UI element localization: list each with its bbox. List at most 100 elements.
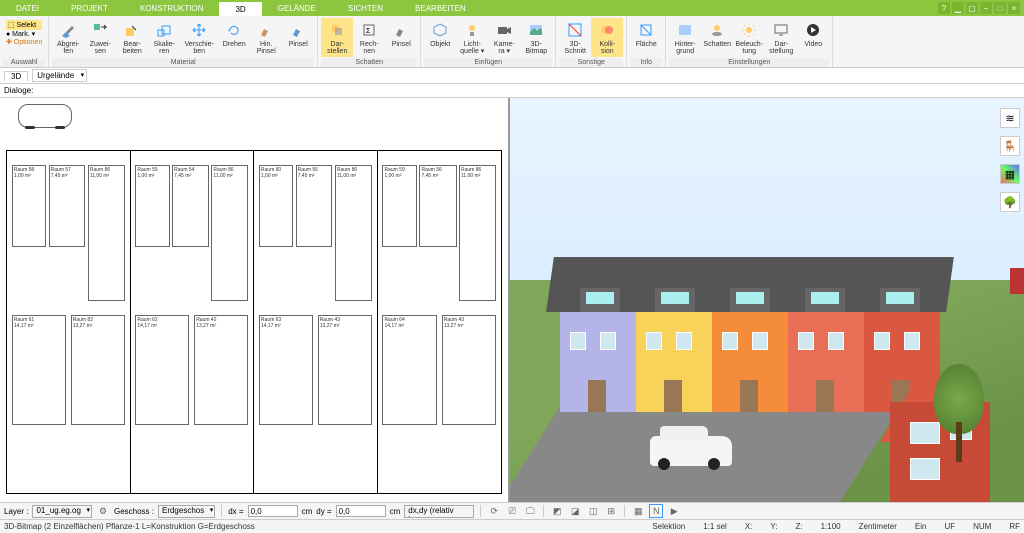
- dx-input[interactable]: [248, 505, 298, 517]
- minimize-button[interactable]: −: [980, 2, 992, 14]
- dialoge-bar: Dialoge:: [0, 84, 1024, 98]
- grid-icon[interactable]: ▦: [631, 504, 645, 518]
- schatten-rechnen-button[interactable]: ΣRech- nen: [353, 18, 385, 57]
- status-info: 3D-Bitmap (2 Einzelflächen) Pflanze-1 L=…: [4, 522, 255, 531]
- hintergrund-button[interactable]: Hinter- grund: [669, 18, 701, 57]
- background-icon: [675, 20, 695, 40]
- snap2-icon[interactable]: ◪: [568, 504, 582, 518]
- status-scale: 1:100: [821, 522, 841, 531]
- video-button[interactable]: Video: [797, 18, 829, 57]
- tab-datei[interactable]: DATEI: [0, 0, 55, 16]
- coord-mode-dropdown[interactable]: dx,dy (relativ ka: [404, 505, 474, 518]
- 3d-schnitt-button[interactable]: 3D- Schnitt: [559, 18, 591, 57]
- status-ein: Ein: [915, 522, 927, 531]
- objekt-button[interactable]: Objekt: [424, 18, 456, 57]
- collision-icon: [597, 20, 617, 40]
- materials-tool[interactable]: ▦: [1000, 164, 1020, 184]
- flaeche-button[interactable]: Fläche: [630, 18, 662, 50]
- window-min-icon[interactable]: ▁: [952, 2, 964, 14]
- shadow-settings-icon: [707, 20, 727, 40]
- floor-label: Geschoss :: [114, 507, 154, 516]
- schatten-darstellen-button[interactable]: Dar- stellen: [321, 18, 353, 57]
- lichtquelle-button[interactable]: Licht- quelle ▾: [456, 18, 488, 57]
- skalieren-button[interactable]: Skalie- ren: [148, 18, 180, 57]
- brush-icon: [288, 20, 308, 40]
- status-bar: 3D-Bitmap (2 Einzelflächen) Pflanze-1 L=…: [0, 519, 1024, 533]
- tab-gelaende[interactable]: GELÄNDE: [262, 0, 332, 16]
- snap4-icon[interactable]: ⊞: [604, 504, 618, 518]
- kamera-button[interactable]: Kame- ra ▾: [488, 18, 520, 57]
- car-plan-icon: [18, 104, 72, 128]
- workspace: Raum 581,00 m² Raum 577,45 m² Raum 8611,…: [0, 98, 1024, 502]
- abgreifen-button[interactable]: Abgrei- fen: [52, 18, 84, 57]
- tab-3d[interactable]: 3D: [219, 0, 261, 16]
- pinsel-button[interactable]: Pinsel: [282, 18, 314, 57]
- 3d-view[interactable]: ≋ 🪑 ▦ 🌳: [510, 98, 1024, 502]
- schatten-settings-button[interactable]: Schatten: [701, 18, 733, 57]
- group-label-auswahl: Auswahl: [3, 58, 45, 67]
- shadow-show-icon: [327, 20, 347, 40]
- hintergrund-pinsel-button[interactable]: Hin. Pinsel: [250, 18, 282, 57]
- status-x: X:: [745, 522, 753, 531]
- plants-tool[interactable]: 🌳: [1000, 192, 1020, 212]
- display-icon: [771, 20, 791, 40]
- window-max-icon[interactable]: ▢: [966, 2, 978, 14]
- group-label-material: Material: [52, 58, 314, 67]
- ribbon: ⬚ Selekt ● Mark. ▾ ✚ Optionen Auswahl Ab…: [0, 16, 1024, 68]
- optionen-button[interactable]: ✚ Optionen: [6, 38, 42, 46]
- schatten-pinsel-button[interactable]: Pinsel: [385, 18, 417, 57]
- group-label-schatten: Schatten: [321, 58, 417, 67]
- close-button[interactable]: ×: [1008, 2, 1020, 14]
- tab-konstruktion[interactable]: KONSTRUKTION: [124, 0, 220, 16]
- bitmap-icon: [526, 20, 546, 40]
- bottom-toolbar: Layer : 01_ug.eg.og ⚙ Geschoss : Erdgesc…: [0, 502, 1024, 519]
- tab-sichten[interactable]: SICHTEN: [332, 0, 399, 16]
- darstellung-button[interactable]: Dar- stellung: [765, 18, 797, 57]
- refresh-icon[interactable]: ⟳: [487, 504, 501, 518]
- status-selektion: Selektion: [652, 522, 685, 531]
- bg-brush-icon: [256, 20, 276, 40]
- layer-settings-icon[interactable]: ⚙: [96, 504, 110, 518]
- 3d-bitmap-button[interactable]: 3D- Bitmap: [520, 18, 552, 57]
- beleuchtung-button[interactable]: Beleuch- tung: [733, 18, 765, 57]
- status-y: Y:: [770, 522, 777, 531]
- view-tab-3d[interactable]: 3D: [4, 71, 28, 81]
- ribbon-group-auswahl: ⬚ Selekt ● Mark. ▾ ✚ Optionen Auswahl: [0, 16, 49, 67]
- mark-toggle[interactable]: ● Mark. ▾: [6, 30, 42, 38]
- group-label-sonstige: Sonstige: [559, 58, 623, 67]
- zuweisen-button[interactable]: Zuwei- sen: [84, 18, 116, 57]
- screen-icon[interactable]: ⎚: [505, 504, 519, 518]
- light-icon: [462, 20, 482, 40]
- furniture-tool[interactable]: 🪑: [1000, 136, 1020, 156]
- dy-input[interactable]: [336, 505, 386, 517]
- floorplan: Raum 581,00 m² Raum 577,45 m² Raum 8611,…: [6, 150, 502, 494]
- nav-right-icon[interactable]: ▶: [667, 504, 681, 518]
- bearbeiten-button[interactable]: Bear- beiten: [116, 18, 148, 57]
- layer-dropdown[interactable]: 01_ug.eg.og: [32, 505, 92, 518]
- verschieben-button[interactable]: Verschie- ben: [180, 18, 218, 57]
- terrain-dropdown[interactable]: Urgelände: [32, 69, 87, 82]
- panel-handle[interactable]: [1010, 268, 1024, 294]
- group-label-einstellungen: Einstellungen: [669, 58, 829, 67]
- drehen-button[interactable]: Drehen: [218, 18, 250, 57]
- kollision-button[interactable]: Kolli- sion: [591, 18, 623, 57]
- layers-tool[interactable]: ≋: [1000, 108, 1020, 128]
- help-icon[interactable]: ?: [938, 2, 950, 14]
- tab-bearbeiten[interactable]: BEARBEITEN: [399, 0, 482, 16]
- rotate-icon: [224, 20, 244, 40]
- selekt-toggle[interactable]: ⬚ Selekt: [6, 20, 42, 30]
- ribbon-group-material: Abgrei- fen Zuwei- sen Bear- beiten Skal…: [49, 16, 318, 67]
- maximize-button[interactable]: □: [994, 2, 1006, 14]
- ortho-icon[interactable]: N: [649, 504, 663, 518]
- status-unit: Zentimeter: [859, 522, 897, 531]
- monitor-icon[interactable]: 🖵: [523, 504, 537, 518]
- edit-icon: [122, 20, 142, 40]
- dy-label: dy =: [316, 507, 331, 516]
- floorplan-view[interactable]: Raum 581,00 m² Raum 577,45 m² Raum 8611,…: [0, 98, 510, 502]
- snap3-icon[interactable]: ◫: [586, 504, 600, 518]
- car-3d: [650, 436, 732, 466]
- status-scale-sel: 1:1 sel: [703, 522, 727, 531]
- tab-projekt[interactable]: PROJEKT: [55, 0, 124, 16]
- floor-dropdown[interactable]: Erdgeschos: [158, 505, 215, 518]
- snap1-icon[interactable]: ◩: [550, 504, 564, 518]
